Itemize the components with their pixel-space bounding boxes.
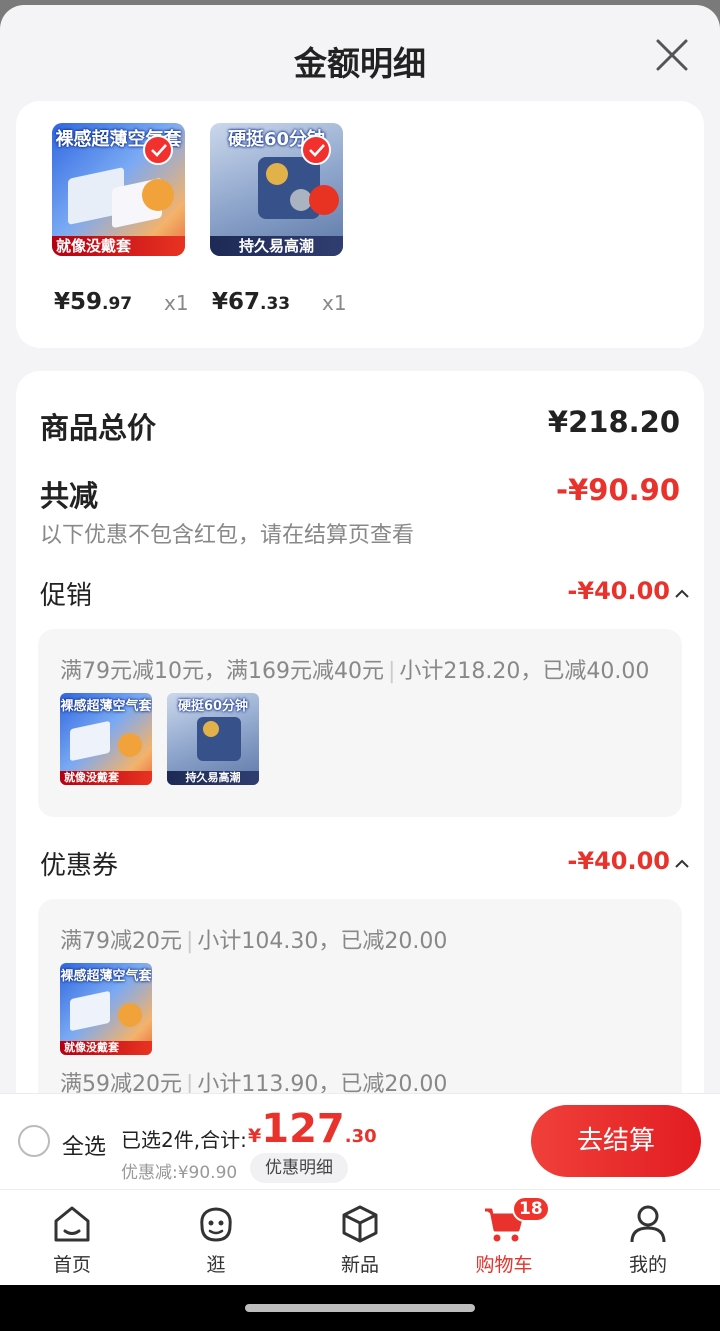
checkout-bar: 全选 已选2件,合计: ¥127.30 优惠减:¥90.90 优惠明细 去结算 — [0, 1093, 720, 1189]
promo-value[interactable]: -¥40.00 — [567, 577, 670, 605]
close-button[interactable] — [652, 35, 692, 75]
reduce-value: -¥90.90 — [556, 473, 680, 507]
total-label: 商品总价 — [40, 411, 157, 445]
amount-detail-sheet: 金额明细 裸感超薄空气套 就像没戴套 ¥59.97 x1 硬挺60分钟 持久易高… — [0, 5, 720, 1100]
discount-detail-button[interactable]: 优惠明细 — [250, 1153, 348, 1183]
discount-amount: 优惠减:¥90.90 — [121, 1163, 238, 1183]
discount-note: 以下优惠不包含红包，请在结算页查看 — [40, 523, 415, 548]
cart-count-badge: 18 — [512, 1196, 550, 1222]
selected-check-icon — [301, 135, 331, 165]
select-all-label[interactable]: 全选 — [62, 1129, 106, 1161]
tab-cart[interactable]: 18 购物车 — [432, 1190, 576, 1286]
selected-products-card: 裸感超薄空气套 就像没戴套 ¥59.97 x1 硬挺60分钟 持久易高潮 ¥67… — [16, 101, 704, 348]
selected-count: 已选2件,合计: — [121, 1128, 247, 1152]
product-qty: x1 — [322, 291, 347, 315]
total-amount: ¥127.30 — [248, 1106, 377, 1152]
total-value: ¥218.20 — [547, 405, 680, 439]
tab-browse[interactable]: 逛 — [144, 1190, 288, 1286]
home-icon — [54, 1206, 90, 1242]
box-icon — [342, 1205, 378, 1243]
home-indicator[interactable] — [245, 1304, 475, 1312]
reduce-label: 共减 — [40, 479, 99, 513]
product-price: ¥59.97 — [54, 289, 133, 315]
close-icon — [656, 39, 688, 71]
browse-face-icon — [200, 1207, 232, 1242]
system-gesture-area — [0, 1285, 720, 1331]
select-all-radio[interactable] — [18, 1125, 50, 1157]
coupon-rule: 满79减20元 | 小计104.30，已减20.00 — [60, 929, 448, 954]
product-price: ¥67.33 — [212, 289, 291, 315]
product-thumbnail: 硬挺60分钟 持久易高潮 — [167, 693, 259, 785]
selected-check-icon — [143, 135, 173, 165]
promo-rule: 满79元减10元，满169元减40元 | 小计218.20，已减40.00 — [60, 659, 650, 684]
profile-icon — [630, 1205, 666, 1243]
checkout-button[interactable]: 去结算 — [531, 1105, 701, 1177]
promo-label: 促销 — [40, 581, 93, 611]
product-thumbnail: 裸感超薄空气套 就像没戴套 — [60, 693, 152, 785]
coupon-value[interactable]: -¥40.00 — [567, 847, 670, 875]
sheet-title: 金额明细 — [294, 44, 426, 83]
promo-detail-box: 满79元减10元，满169元减40元 | 小计218.20，已减40.00 裸感超薄… — [38, 629, 682, 817]
coupon-label: 优惠券 — [40, 851, 119, 881]
product-qty: x1 — [164, 291, 189, 315]
chevron-up-icon[interactable] — [674, 859, 690, 869]
coupon-detail-box: 满79减20元 | 小计104.30，已减20.00 裸感超薄空气套 就像没戴套 满… — [38, 899, 682, 1100]
product-item[interactable]: 裸感超薄空气套 就像没戴套 ¥59.97 x1 — [52, 123, 189, 315]
tab-home[interactable]: 首页 — [0, 1190, 144, 1286]
product-item[interactable]: 硬挺60分钟 持久易高潮 ¥67.33 x1 — [210, 123, 347, 315]
price-detail-card: 商品总价 ¥218.20 共减 -¥90.90 以下优惠不包含红包，请在结算页查… — [16, 371, 704, 1100]
tab-new[interactable]: 新品 — [288, 1190, 432, 1286]
bottom-tab-bar: 首页 逛 新品 18 购物车 我的 — [0, 1189, 720, 1285]
product-thumbnail: 裸感超薄空气套 就像没戴套 — [60, 963, 152, 1055]
chevron-up-icon[interactable] — [674, 589, 690, 599]
tab-profile[interactable]: 我的 — [576, 1190, 720, 1286]
